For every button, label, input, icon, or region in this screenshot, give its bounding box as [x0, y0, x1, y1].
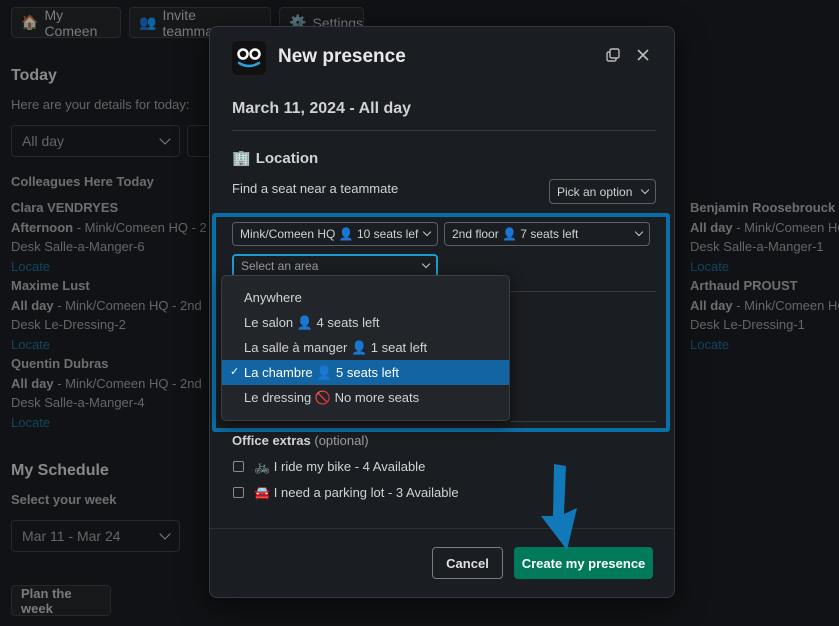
- area-option[interactable]: Le salon 👤 4 seats left: [222, 310, 509, 335]
- chevron-down-icon: [423, 227, 432, 237]
- area-option-label: La salle à manger 👤 1 seat left: [244, 340, 428, 355]
- new-presence-modal: New presence March 11, 2024 - All day 🏢 …: [209, 26, 675, 598]
- area-option-label: Anywhere: [244, 290, 302, 305]
- floor-select[interactable]: 2nd floor 👤 7 seats left: [444, 222, 650, 246]
- site-select-value: Mink/Comeen HQ 👤 10 seats lef: [240, 227, 419, 241]
- create-presence-label: Create my presence: [521, 555, 646, 571]
- footer-divider: [210, 528, 674, 529]
- checkmark-icon: ✓: [230, 366, 240, 378]
- area-option-label: Le salon 👤 4 seats left: [244, 315, 380, 330]
- extras-heading: Office extras (optional): [232, 433, 369, 448]
- divider: [510, 291, 656, 292]
- area-option-label: Le dressing 🚫 No more seats: [244, 390, 420, 405]
- pick-option-select[interactable]: Pick an option: [549, 179, 656, 204]
- parking-checkbox[interactable]: [233, 487, 244, 498]
- area-option[interactable]: La salle à manger 👤 1 seat left: [222, 335, 509, 360]
- chevron-down-icon: [634, 227, 644, 237]
- area-option-label: La chambre 👤 5 seats left: [244, 365, 399, 380]
- chevron-down-icon: [640, 185, 650, 194]
- popout-icon[interactable]: [605, 47, 625, 67]
- parking-label: 🚘 I need a parking lot - 3 Available: [254, 485, 459, 500]
- close-icon[interactable]: [635, 47, 655, 67]
- presence-date: March 11, 2024 - All day: [232, 100, 412, 117]
- cancel-label: Cancel: [446, 555, 489, 571]
- pick-option-value: Pick an option: [557, 184, 633, 199]
- find-seat-label: Find a seat near a teammate: [232, 181, 399, 196]
- floor-select-value: 2nd floor 👤 7 seats left: [452, 227, 579, 241]
- area-dropdown-menu: Anywhere Le salon 👤 4 seats left La sall…: [221, 275, 510, 421]
- area-select-placeholder: Select an area: [241, 259, 319, 273]
- area-option-selected[interactable]: ✓ La chambre 👤 5 seats left: [222, 360, 509, 385]
- location-title: Location: [255, 149, 319, 167]
- site-select[interactable]: Mink/Comeen HQ 👤 10 seats lef: [232, 222, 438, 246]
- location-heading: 🏢 Location: [232, 149, 319, 168]
- extras-optional: (optional): [310, 433, 369, 448]
- comeen-logo-icon: [232, 41, 266, 75]
- chevron-down-icon: [421, 259, 431, 269]
- bike-label: 🚲 I ride my bike - 4 Available: [254, 459, 426, 474]
- cancel-button[interactable]: Cancel: [432, 547, 503, 579]
- area-option[interactable]: Anywhere: [222, 285, 509, 310]
- bike-checkbox[interactable]: [233, 461, 244, 472]
- modal-title: New presence: [278, 46, 406, 67]
- divider: [232, 130, 656, 131]
- area-option[interactable]: Le dressing 🚫 No more seats: [222, 385, 509, 410]
- extras-title: Office extras: [232, 433, 311, 448]
- building-icon: 🏢: [232, 150, 251, 167]
- pointer-arrow-icon: [541, 464, 577, 550]
- divider: [510, 421, 656, 422]
